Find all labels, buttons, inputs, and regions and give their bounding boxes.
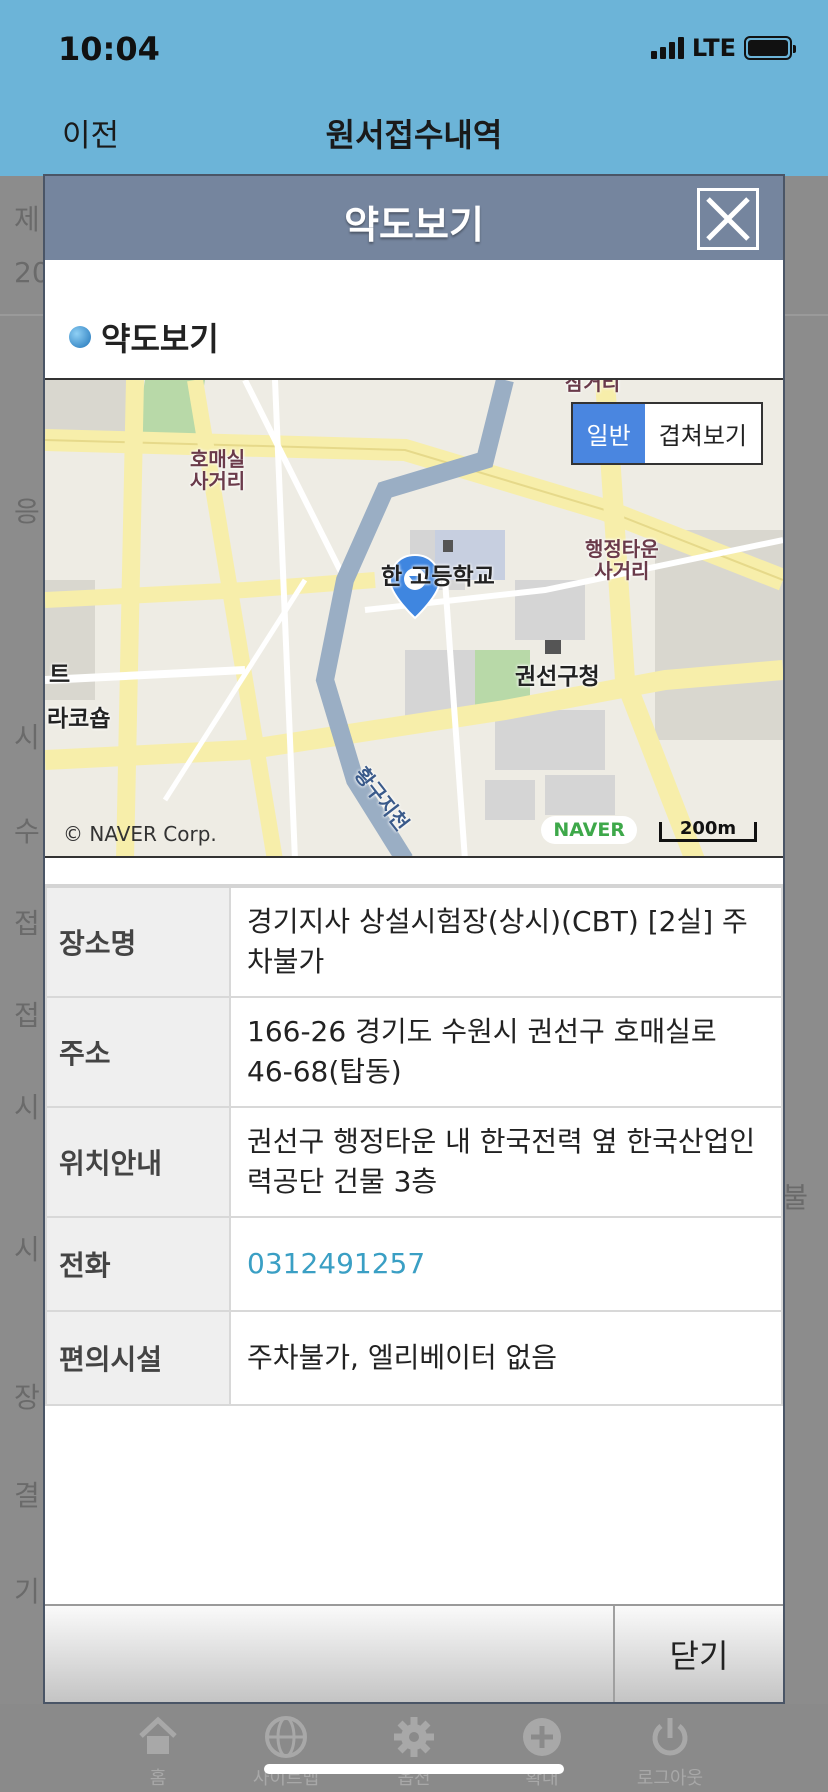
map-label: 호매실 사거리 xyxy=(190,447,246,493)
bg-label: 기 xyxy=(14,1575,40,1608)
map-dialog: 약도보기 약도보기 일반 겹쳐보기 삼거리 호매실 사거리 한 고등학교 행정타… xyxy=(43,174,785,1704)
bullet-icon xyxy=(69,326,91,348)
map-scale: 200m xyxy=(659,820,757,842)
dialog-header: 약도보기 xyxy=(45,176,783,260)
status-indicators: LTE xyxy=(650,34,796,62)
section-title-text: 약도보기 xyxy=(101,320,219,358)
table-row: 편의시설 주차불가, 엘리베이터 없음 xyxy=(45,1310,783,1406)
battery-icon xyxy=(744,36,796,60)
bottom-tab-bar: 홈 사이트맵 옵션 확대 로그아웃 xyxy=(0,1704,828,1792)
phone-link[interactable]: 0312491257 xyxy=(229,1216,783,1312)
close-button[interactable]: 닫기 xyxy=(615,1606,783,1702)
tab-label: 로그아웃 xyxy=(636,1768,704,1789)
signal-icon xyxy=(650,37,684,59)
row-key: 편의시설 xyxy=(45,1310,231,1406)
top-bar: 10:04 LTE 원서접수내역 이전 xyxy=(0,0,828,176)
map-type-normal[interactable]: 일반 xyxy=(572,404,645,463)
bg-label: 접 xyxy=(14,999,40,1032)
row-value: 경기지사 상설시험장(상시)(CBT) [2실] 주차불가 xyxy=(229,885,783,998)
map-label: 행정타운 사거리 xyxy=(585,537,659,583)
location-info-table: 장소명 경기지사 상설시험장(상시)(CBT) [2실] 주차불가 주소 166… xyxy=(45,884,783,1406)
bg-label: 제 xyxy=(14,203,40,236)
footer-spacer xyxy=(45,1606,615,1702)
bg-label: 시 xyxy=(14,721,40,754)
power-icon xyxy=(652,1718,688,1756)
globe-icon xyxy=(265,1716,307,1758)
bg-label: 응 xyxy=(14,495,40,528)
table-row: 주소 166-26 경기도 수원시 권선구 호매실로 46-68(탑동) xyxy=(45,996,783,1108)
bg-label: 장 xyxy=(14,1381,40,1414)
map-label: 라코숍 xyxy=(47,706,111,732)
bg-label: 접 xyxy=(14,907,40,940)
map-label: 한 고등학교 xyxy=(381,564,495,590)
network-label: LTE xyxy=(691,34,736,62)
section-title: 약도보기 xyxy=(69,314,219,360)
row-value: 166-26 경기도 수원시 권선구 호매실로 46-68(탑동) xyxy=(229,996,783,1108)
table-row: 위치안내 권선구 행정타운 내 한국전력 옆 한국산업인력공단 건물 3층 xyxy=(45,1106,783,1218)
table-row: 장소명 경기지사 상설시험장(상시)(CBT) [2실] 주차불가 xyxy=(45,885,783,998)
tab-zoom[interactable]: 확대 xyxy=(478,1704,606,1792)
row-key: 주소 xyxy=(45,996,231,1108)
bg-right-text: 불 xyxy=(782,1181,808,1214)
plus-icon xyxy=(523,1718,561,1756)
naver-logo: NAVER xyxy=(541,816,637,844)
page-title: 원서접수내역 xyxy=(325,116,503,154)
row-value: 주차불가, 엘리베이터 없음 xyxy=(229,1310,783,1406)
home-indicator xyxy=(264,1764,564,1774)
bg-label: 시 xyxy=(14,1233,40,1266)
status-time: 10:04 xyxy=(58,30,160,68)
map-label: 삼거리 xyxy=(565,378,621,395)
map-label: 권선구청 xyxy=(515,664,600,690)
dialog-footer: 닫기 xyxy=(45,1604,783,1702)
bg-label: 수 xyxy=(14,815,40,848)
dialog-title: 약도보기 xyxy=(344,203,484,247)
tab-options[interactable]: 옵션 xyxy=(350,1704,478,1792)
tab-logout[interactable]: 로그아웃 xyxy=(606,1704,734,1792)
row-key: 위치안내 xyxy=(45,1106,231,1218)
bg-label: 결 xyxy=(14,1479,40,1512)
row-key: 장소명 xyxy=(45,885,231,998)
close-icon-button[interactable] xyxy=(697,188,759,250)
tab-label: 홈 xyxy=(149,1768,167,1789)
map-type-toggle: 일반 겹쳐보기 xyxy=(570,402,763,465)
row-value: 권선구 행정타운 내 한국전력 옆 한국산업인력공단 건물 3층 xyxy=(229,1106,783,1218)
tab-sitemap[interactable]: 사이트맵 xyxy=(222,1704,350,1792)
map-type-overlay[interactable]: 겹쳐보기 xyxy=(645,404,761,463)
map-copyright: © NAVER Corp. xyxy=(63,822,217,846)
gear-icon xyxy=(394,1717,434,1757)
bg-label: 시 xyxy=(14,1091,40,1124)
close-icon xyxy=(706,197,750,241)
map-view[interactable]: 일반 겹쳐보기 삼거리 호매실 사거리 한 고등학교 행정타운 사거리 권선구청… xyxy=(45,378,783,858)
home-icon xyxy=(139,1716,177,1754)
map-label: 트 xyxy=(49,662,71,688)
tab-home[interactable]: 홈 xyxy=(94,1704,222,1792)
row-key: 전화 xyxy=(45,1216,231,1312)
table-row: 전화 0312491257 xyxy=(45,1216,783,1312)
back-button[interactable]: 이전 xyxy=(62,110,119,155)
